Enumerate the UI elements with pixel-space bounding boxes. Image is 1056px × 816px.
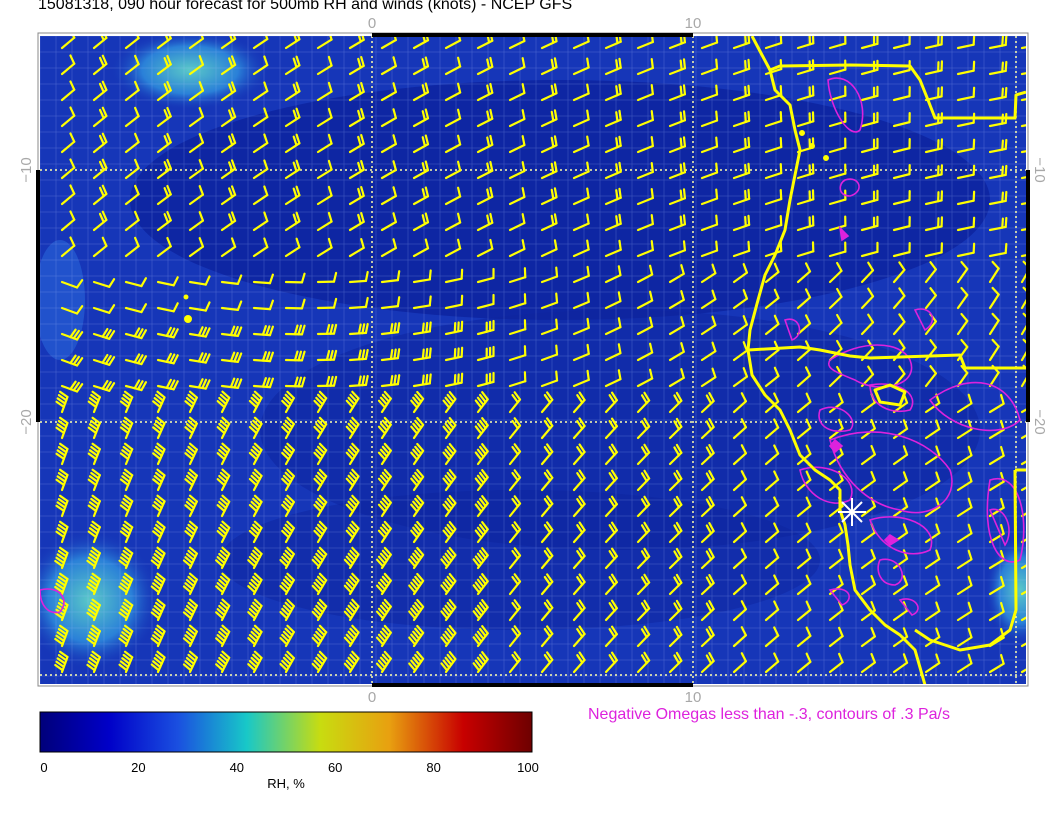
- colorbar-tick-label: 40: [230, 760, 244, 775]
- colorbar-tick-label: 100: [517, 760, 539, 775]
- lon-tick-bottom-10: 10: [685, 689, 702, 706]
- moist-region: [40, 240, 85, 360]
- lat-tick-right-20: −20: [1031, 409, 1048, 434]
- map-panel: [40, 36, 1026, 684]
- weather-map: 0 10 0 10 −10 −20 −10 −20 0 20 40 60 80 100 R…: [18, 15, 1048, 791]
- omega-note: Negative Omegas less than -.3, contours …: [588, 706, 950, 723]
- lat-tick-right-10: −10: [1031, 157, 1048, 182]
- colorbar-tick-label: 0: [40, 760, 47, 775]
- colorbar: [39, 711, 533, 753]
- colorbar-tick-label: 80: [426, 760, 440, 775]
- colorbar-ticks: 0 20 40 60 80 100: [40, 760, 538, 775]
- colorbar-tick-label: 20: [131, 760, 145, 775]
- colorbar-tick-label: 60: [328, 760, 342, 775]
- station-marker-icon: [838, 498, 866, 526]
- lon-tick-bottom-0: 0: [368, 689, 376, 706]
- lon-tick-top-10: 10: [685, 15, 702, 32]
- colorbar-label: RH, %: [267, 776, 305, 791]
- lon-tick-top-0: 0: [368, 15, 376, 32]
- lat-tick-left-10: −10: [18, 157, 35, 182]
- lat-tick-left-20: −20: [18, 409, 35, 434]
